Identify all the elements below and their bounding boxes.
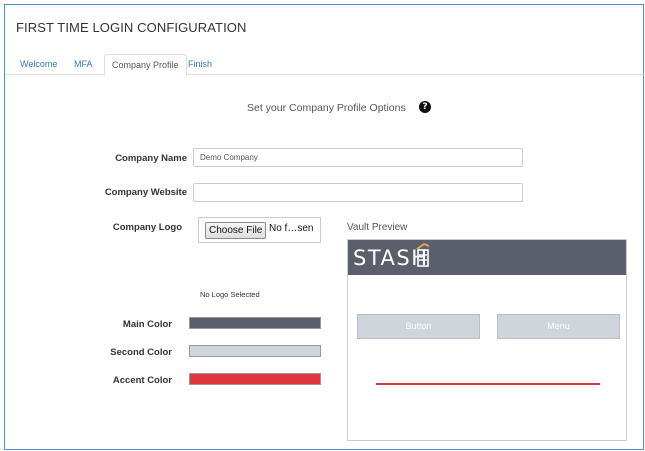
logo-file-picker: Choose File No f…sen — [198, 217, 321, 243]
second-color-swatch[interactable] — [189, 345, 321, 357]
preview-menu-button: Menu — [497, 314, 620, 339]
company-website-input[interactable] — [193, 183, 523, 202]
company-website-label: Company Website — [104, 187, 187, 198]
company-name-input[interactable] — [193, 148, 523, 167]
vault-preview: STASH Button Menu — [347, 239, 627, 441]
tab-bar: Welcome MFA Company Profile Finish — [5, 52, 645, 76]
main-color-label: Main Color — [122, 319, 172, 330]
choose-file-button[interactable]: Choose File — [205, 222, 267, 239]
vault-preview-label: Vault Preview — [347, 222, 408, 233]
second-color-label: Second Color — [110, 347, 172, 358]
tab-finish[interactable]: Finish — [181, 54, 219, 75]
vault-preview-header: STASH — [348, 240, 626, 275]
main-color-swatch[interactable] — [189, 317, 321, 329]
question-circle-icon[interactable]: ? — [419, 101, 431, 113]
page-title: FIRST TIME LOGIN CONFIGURATION — [16, 20, 247, 35]
tab-mfa[interactable]: MFA — [67, 54, 100, 75]
tab-company-profile[interactable]: Company Profile — [104, 54, 187, 76]
file-status-text: No f…sen — [269, 223, 314, 234]
no-logo-text: No Logo Selected — [200, 290, 260, 299]
preview-accent-line — [376, 383, 600, 385]
accent-color-label: Accent Color — [112, 375, 172, 386]
company-logo-label: Company Logo — [112, 222, 182, 233]
company-name-label: Company Name — [115, 153, 187, 164]
accent-color-swatch[interactable] — [189, 373, 321, 385]
stash-logo-mark-icon — [416, 242, 430, 267]
preview-button: Button — [357, 314, 480, 339]
section-heading: Set your Company Profile Options — [247, 102, 406, 114]
tab-welcome[interactable]: Welcome — [13, 54, 64, 75]
